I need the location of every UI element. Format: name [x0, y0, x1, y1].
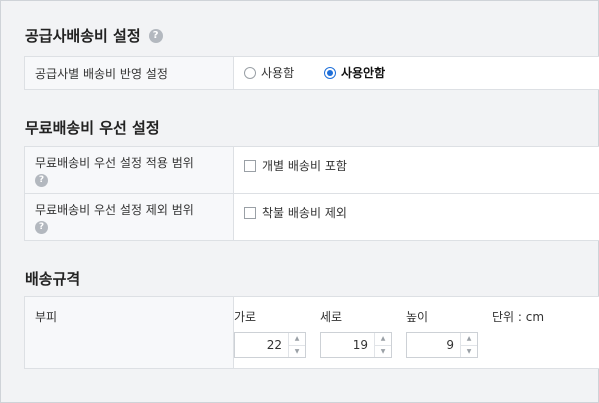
radio-use-circle[interactable] [244, 66, 256, 79]
supplier-shipping-title: 공급사배송비 설정 ? [25, 25, 163, 46]
radio-not-use-circle[interactable] [323, 66, 336, 79]
free-shipping-apply-label: 무료배송비 우선 설정 적용 범위 ? [24, 146, 234, 194]
width-stepper[interactable]: 22 ▲ ▼ [234, 332, 306, 358]
help-icon[interactable]: ? [35, 173, 48, 187]
section-title-text: 무료배송비 우선 설정 [25, 119, 160, 137]
supplier-shipping-options: 사용함 사용안함 [233, 56, 599, 90]
length-value[interactable]: 19 [321, 333, 374, 357]
row-label-text: 무료배송비 우선 설정 적용 범위 [35, 155, 194, 170]
unit-label: 단위 : cm [492, 310, 545, 324]
section-title-text: 배송규격 [25, 270, 81, 288]
row-label-text: 무료배송비 우선 설정 제외 범위 [35, 202, 194, 217]
free-shipping-apply-value: 개별 배송비 포함 [233, 146, 599, 194]
radio-not-use-label: 사용안함 [340, 66, 386, 81]
radio-use[interactable]: 사용함 [244, 64, 294, 81]
stepper-arrows: ▲ ▼ [374, 333, 391, 357]
height-value[interactable]: 9 [407, 333, 460, 357]
radio-use-label: 사용함 [261, 66, 295, 81]
section-title-text: 공급사배송비 설정 [25, 27, 141, 45]
checkbox-box[interactable] [244, 159, 256, 172]
checkbox-label: 착불 배송비 제외 [262, 206, 347, 220]
up-arrow-icon[interactable]: ▲ [461, 333, 477, 345]
stepper-arrows: ▲ ▼ [460, 333, 477, 357]
down-arrow-icon[interactable]: ▼ [289, 345, 305, 358]
exclude-cod-checkbox[interactable]: 착불 배송비 제외 [244, 204, 347, 221]
volume-label: 부피 [24, 296, 234, 369]
stepper-arrows: ▲ ▼ [288, 333, 305, 357]
help-icon[interactable]: ? [148, 28, 163, 43]
include-individual-checkbox[interactable]: 개별 배송비 포함 [244, 157, 347, 174]
shipping-spec-title: 배송규격 [25, 268, 80, 289]
free-shipping-table: 무료배송비 우선 설정 적용 범위 ? 개별 배송비 포함 무료배송비 우선 설… [24, 146, 599, 241]
up-arrow-icon[interactable]: ▲ [289, 333, 305, 345]
free-shipping-exclude-value: 착불 배송비 제외 [233, 193, 599, 241]
free-shipping-title: 무료배송비 우선 설정 [25, 117, 160, 138]
supplier-shipping-label: 공급사별 배송비 반영 설정 [24, 56, 234, 90]
length-stepper[interactable]: 19 ▲ ▼ [320, 332, 392, 358]
height-stepper[interactable]: 9 ▲ ▼ [406, 332, 478, 358]
radio-not-use[interactable]: 사용안함 [323, 64, 386, 81]
down-arrow-icon[interactable]: ▼ [375, 345, 391, 358]
up-arrow-icon[interactable]: ▲ [375, 333, 391, 345]
width-header: 가로 [234, 310, 257, 324]
help-icon[interactable]: ? [35, 220, 48, 234]
checkbox-box[interactable] [244, 206, 256, 219]
length-header: 세로 [320, 310, 343, 324]
supplier-shipping-table: 공급사별 배송비 반영 설정 사용함 사용안함 [24, 56, 599, 90]
free-shipping-exclude-label: 무료배송비 우선 설정 제외 범위 ? [24, 193, 234, 241]
down-arrow-icon[interactable]: ▼ [461, 345, 477, 358]
height-header: 높이 [406, 310, 429, 324]
checkbox-label: 개별 배송비 포함 [262, 159, 347, 173]
width-value[interactable]: 22 [235, 333, 288, 357]
shipping-spec-table: 부피 [24, 296, 599, 369]
